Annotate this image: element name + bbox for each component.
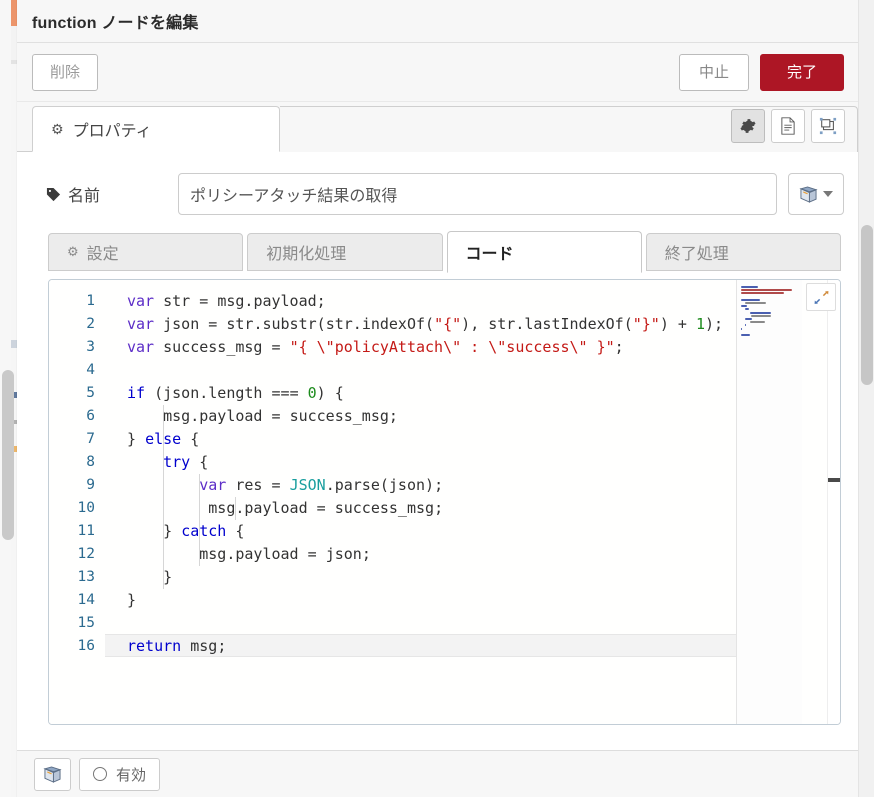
minimap-line [741,327,742,330]
line-number: 14 [77,592,95,608]
code-line: var res = JSON.parse(json); [199,476,444,494]
delete-button[interactable]: 削除 [32,53,98,91]
editor-code-area[interactable]: var str = msg.payload; var json = str.sub… [105,280,840,724]
subtab-on-start-label: 初期化処理 [266,246,347,263]
gear-icon: ⚙ [51,120,64,137]
expand-node-icon-button[interactable] [811,109,845,143]
minimap-line [741,298,760,301]
minimap-line [745,308,750,311]
page-scrollbar-right-thumb[interactable] [861,225,873,385]
name-label: 名前 [46,182,178,206]
code-line: } else { [127,430,200,448]
minimap-line [745,324,747,327]
gear-icon [740,119,756,133]
book-icon [799,185,818,203]
line-number: 9 [86,477,95,493]
minimap-line [745,302,766,304]
editor-scrollbar-thumb[interactable] [828,478,840,482]
page-scrollbar-right[interactable] [858,0,874,797]
line-number: 2 [86,316,95,332]
gear-icon-button[interactable] [731,109,765,143]
line-number: 15 [77,615,95,631]
minimap-line [741,305,748,308]
minimap-line [741,286,759,288]
dialog-toolbar: 削除 中止 完了 [17,43,858,102]
header-icon-group [731,109,845,143]
document-icon-button[interactable] [771,109,805,143]
subtab-on-message[interactable]: コード [446,231,642,273]
line-number: 16 [77,638,95,654]
expand-node-icon [819,117,837,135]
code-line: try { [163,453,209,471]
edit-node-dialog: function ノードを編集 削除 中止 完了 ⚙ プロパティ 名前 ポリシー… [17,0,858,797]
enabled-toggle-button[interactable]: 有効 [79,757,161,791]
subtab-settings[interactable]: ⚙ 設定 [48,233,244,271]
page-scrollbar-left-thumb[interactable] [2,370,14,540]
editor-expand-button[interactable] [806,283,836,311]
line-number: 1 [86,293,95,309]
footer-library-button[interactable] [34,757,71,791]
book-icon [43,765,62,783]
code-line: if (json.length === 0) { [127,384,344,402]
subtab-on-stop-label: 終了処理 [664,246,729,263]
tab-properties[interactable]: ⚙ プロパティ [32,106,280,152]
document-icon [781,117,795,135]
subtab-on-start[interactable]: 初期化処理 [247,233,443,271]
chevron-down-icon [823,191,833,197]
done-button[interactable]: 完了 [760,53,844,91]
minimap-line [741,289,793,292]
tab-properties-label: プロパティ [72,123,152,140]
code-editor[interactable]: 1 2 3 4 5 6 7 8 9 10 11 12 13 14 15 16 var str = msg.pa… [48,279,841,725]
expand-diagonal-icon [814,290,828,304]
line-number: 12 [77,546,95,562]
line-number: 6 [86,408,95,424]
name-label-text: 名前 [68,188,101,205]
line-number: 7 [86,431,95,447]
line-number: 3 [86,339,95,355]
code-line: msg.payload = json; [199,545,371,563]
line-number: 5 [86,385,95,401]
name-input[interactable] [178,173,777,215]
editor-minimap[interactable] [736,280,802,724]
gear-icon: ⚙ [67,244,79,259]
minimap-line [741,292,784,295]
page-scrollbar-left[interactable] [0,0,17,797]
minimap-line [749,321,765,324]
line-number: 10 [77,500,95,516]
dialog-tab-strip: ⚙ プロパティ [17,102,858,152]
dialog-header: function ノードを編集 [17,0,858,43]
editor-gutter: 1 2 3 4 5 6 7 8 9 10 11 12 13 14 15 16 [49,280,105,724]
subtab-on-message-label: コード [465,246,514,263]
editor-scrollbar[interactable] [827,280,840,724]
tag-icon [46,187,61,202]
page-title: function ノードを編集 [32,15,199,32]
code-line: return msg; [127,637,227,655]
minimap-line [749,311,771,314]
line-number: 4 [86,362,95,378]
minimap-line [745,318,753,320]
name-row: 名前 [17,152,858,218]
code-line: msg.payload = success_msg; [163,407,398,425]
line-number: 8 [86,454,95,470]
name-library-button[interactable] [788,173,844,215]
code-line: var json = str.substr(str.indexOf("{"), … [127,315,724,333]
line-number: 13 [77,569,95,585]
code-line: var str = msg.payload; [127,292,326,310]
subtab-on-stop[interactable]: 終了処理 [645,233,841,271]
dialog-footer: 有効 [17,750,858,797]
code-line: } [163,568,173,586]
code-line: } catch { [163,522,245,540]
line-number: 11 [77,523,95,539]
cancel-button[interactable]: 中止 [679,53,749,91]
code-line: var success_msg = "{ \"policyAttach\" : … [127,338,624,356]
code-line: } [127,591,137,609]
circle-icon [93,767,107,781]
enabled-toggle-label: 有効 [116,766,147,784]
code-subtab-strip: ⚙ 設定 初期化処理 コード 終了処理 [48,231,841,273]
minimap-line [741,334,750,336]
code-line: msg.payload = success_msg; [208,499,444,517]
subtab-settings-label: 設定 [86,246,119,263]
minimap-line [750,314,772,317]
